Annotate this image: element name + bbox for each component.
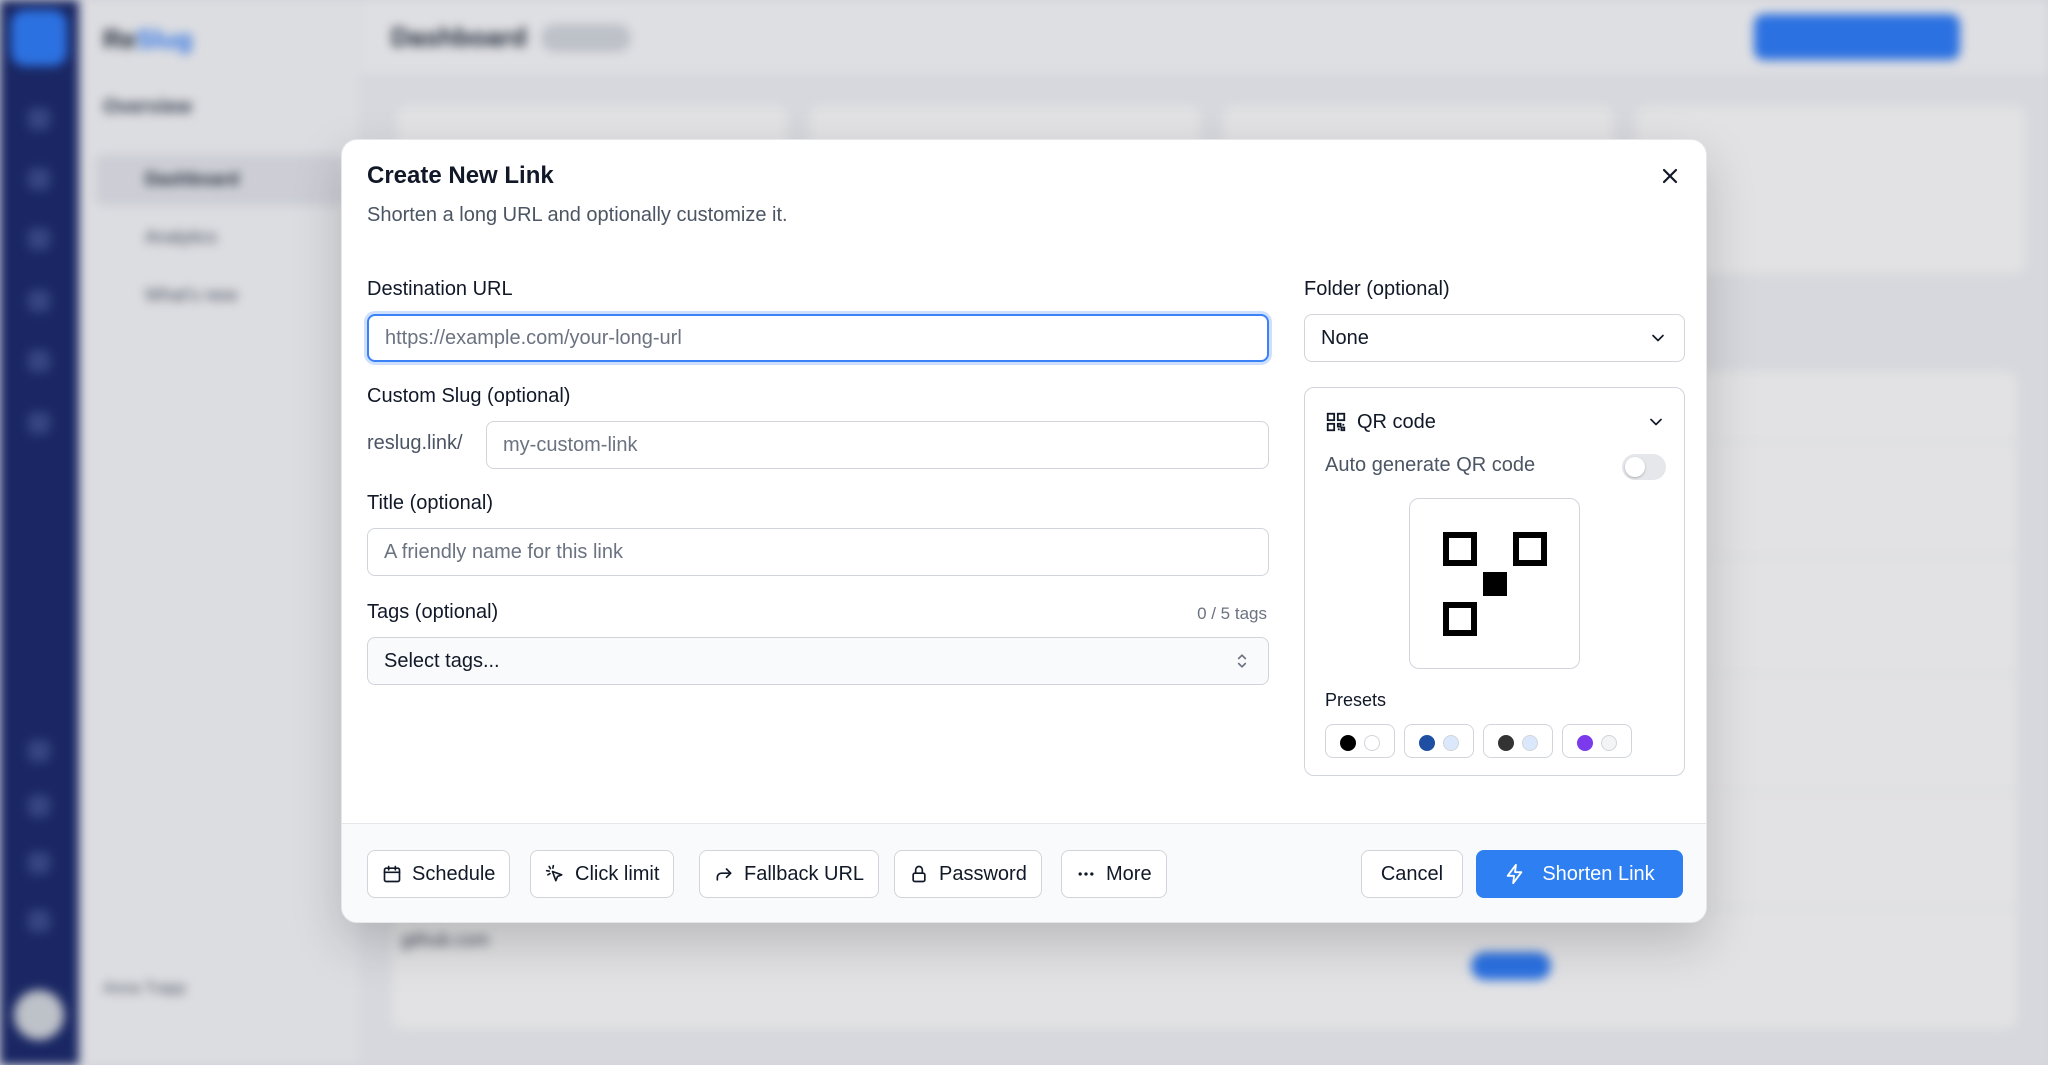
qr-code-header[interactable]: QR code (1325, 408, 1666, 436)
slug-label: Custom Slug (optional) (367, 385, 571, 407)
password-button[interactable]: Password (894, 850, 1042, 898)
lock-icon (912, 865, 926, 883)
preset-foreground-swatch (1340, 735, 1356, 751)
fallback-url-button-label: Fallback URL (744, 862, 865, 885)
preset-foreground-swatch (1498, 735, 1514, 751)
pointer-click-icon (545, 864, 563, 882)
qr-preset-button[interactable] (1562, 724, 1632, 758)
shorten-link-button[interactable]: Shorten Link (1476, 850, 1683, 898)
schedule-button-label: Schedule (412, 862, 496, 885)
preset-background-swatch (1443, 735, 1459, 751)
title-label: Title (optional) (367, 492, 493, 514)
more-button[interactable]: More (1061, 850, 1167, 898)
preset-background-swatch (1601, 735, 1617, 751)
custom-slug-input[interactable] (486, 421, 1269, 469)
qr-code-image (1443, 532, 1547, 636)
auto-qr-toggle[interactable] (1622, 454, 1666, 480)
more-dots-icon (1078, 872, 1094, 876)
lightning-icon (1507, 863, 1523, 885)
folder-select-value: None (1321, 326, 1369, 349)
preset-foreground-swatch (1577, 735, 1593, 751)
tags-label: Tags (optional) (367, 601, 499, 623)
cancel-button-label: Cancel (1380, 862, 1444, 885)
presets-label: Presets (1325, 690, 1387, 710)
tags-count: 0 / 5 tags (1197, 604, 1267, 623)
slug-prefix: reslug.link/ (367, 432, 463, 454)
qr-code-icon (1326, 412, 1346, 432)
more-button-label: More (1106, 862, 1152, 885)
qr-code-preview (1409, 498, 1580, 669)
close-button[interactable] (1658, 164, 1682, 188)
tags-select[interactable]: Select tags... (367, 637, 1269, 685)
destination-label: Destination URL (367, 278, 513, 300)
tags-select-placeholder: Select tags... (384, 649, 500, 672)
dialog-subtitle: Shorten a long URL and optionally custom… (367, 204, 788, 226)
qr-code-panel: QR code Auto generate QR code Presets (1304, 387, 1685, 776)
preset-foreground-swatch (1419, 735, 1435, 751)
qr-preset-button[interactable] (1325, 724, 1395, 758)
fallback-url-button[interactable]: Fallback URL (699, 850, 880, 898)
shorten-link-button-label: Shorten Link (1542, 862, 1655, 885)
title-input[interactable] (367, 528, 1269, 576)
preset-background-swatch (1522, 735, 1538, 751)
chevron-down-icon (1650, 418, 1662, 426)
redirect-arrow-icon (716, 868, 732, 881)
chevron-up-down-icon (1237, 654, 1247, 668)
auto-qr-label: Auto generate QR code (1325, 454, 1536, 476)
dialog-footer: Schedule Click limit Fallback URL Passwo… (342, 823, 1706, 922)
qr-code-title: QR code (1357, 410, 1436, 433)
close-icon (1662, 168, 1678, 184)
create-link-dialog: Create New Link Shorten a long URL and o… (341, 139, 1707, 923)
cancel-button[interactable]: Cancel (1361, 850, 1463, 898)
click-limit-button[interactable]: Click limit (530, 850, 675, 898)
qr-preset-button[interactable] (1483, 724, 1553, 758)
qr-preset-button[interactable] (1404, 724, 1474, 758)
preset-background-swatch (1364, 735, 1380, 751)
chevron-down-icon (1652, 334, 1664, 342)
schedule-button[interactable]: Schedule (367, 850, 511, 898)
password-button-label: Password (939, 862, 1027, 885)
folder-label: Folder (optional) (1304, 278, 1450, 300)
folder-select[interactable]: None (1304, 314, 1685, 362)
calendar-icon (383, 865, 401, 883)
dialog-title: Create New Link (367, 162, 554, 189)
destination-url-input[interactable] (367, 314, 1269, 362)
click-limit-button-label: Click limit (575, 862, 660, 885)
